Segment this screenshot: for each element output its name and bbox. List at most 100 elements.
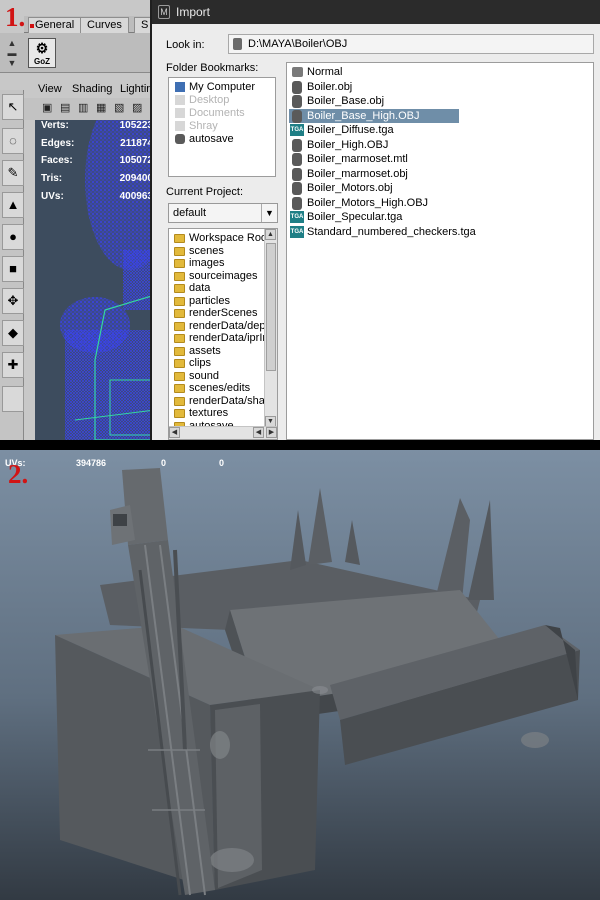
- file-list: Normal Boiler.obj Boiler_Base.obj Boiler_Ba…: [286, 62, 594, 440]
- project-folder-item[interactable]: assets: [173, 345, 269, 358]
- project-folder-item[interactable]: sound: [173, 370, 269, 383]
- image-plane-icon[interactable]: ▦: [96, 101, 106, 114]
- shelf-strip: [0, 33, 154, 73]
- current-project-select[interactable]: default ▼: [168, 203, 278, 223]
- project-folder-item[interactable]: textures: [173, 407, 269, 420]
- goz-button[interactable]: ⚙ GoZ: [28, 38, 56, 68]
- camera-attributes-icon[interactable]: ▤: [60, 101, 70, 114]
- drive-icon: [233, 38, 242, 50]
- last-tool-icon[interactable]: [2, 386, 24, 412]
- project-folder-item[interactable]: scenes/edits: [173, 382, 269, 395]
- folder-icon: [174, 396, 185, 406]
- folder-icon: [292, 67, 303, 77]
- project-folder-item[interactable]: images: [173, 257, 269, 270]
- bookmark-autosave[interactable]: autosave: [173, 133, 234, 146]
- project-folder-item[interactable]: renderData/depth: [173, 320, 269, 333]
- file-item[interactable]: TGA Boiler_Diffuse.tga: [289, 123, 459, 138]
- rotate-tool-icon[interactable]: ●: [2, 224, 24, 250]
- maya-app-icon: M: [158, 5, 170, 19]
- lasso-tool-icon[interactable]: ◌: [2, 128, 24, 154]
- folder-icon: [174, 321, 185, 331]
- camera-icon[interactable]: ▣: [42, 101, 52, 114]
- folder-icon: [174, 384, 185, 393]
- file-item[interactable]: Boiler_Base.obj: [289, 94, 459, 109]
- chevron-up-icon: ▲: [7, 38, 17, 48]
- project-list-vertical-scrollbar[interactable]: ▲ ▼: [264, 229, 277, 427]
- tga-file-icon: TGA: [290, 225, 304, 238]
- folder-icon: [174, 246, 185, 256]
- look-in-path-field[interactable]: D:\MAYA\Boiler\OBJ: [228, 34, 594, 54]
- bookmark-documents: Documents: [173, 107, 245, 120]
- folder-icon: [174, 234, 185, 243]
- wireframe-mesh: [60, 120, 155, 440]
- scroll-up-icon[interactable]: ▲: [265, 229, 276, 240]
- folder-icon: [174, 346, 185, 356]
- file-item[interactable]: Boiler_marmoset.obj: [289, 167, 459, 182]
- scroll-left-icon[interactable]: ◀: [253, 427, 264, 438]
- project-folder-item[interactable]: Workspace Root: [173, 232, 269, 245]
- select-tool-icon[interactable]: ↖: [2, 94, 24, 120]
- drive-icon: [175, 134, 185, 144]
- file-item[interactable]: Boiler_Motors.obj: [289, 181, 459, 196]
- scale-tool-icon[interactable]: ■: [2, 256, 24, 282]
- bookmark-my-computer[interactable]: My Computer: [173, 81, 255, 94]
- paint-tool-icon[interactable]: ✎: [2, 160, 24, 186]
- step-label-1: 1.: [5, 2, 26, 32]
- project-folder-item[interactable]: particles: [173, 295, 269, 308]
- file-item[interactable]: TGA Standard_numbered_checkers.tga: [289, 225, 476, 240]
- show-manipulator-icon[interactable]: ✚: [2, 352, 24, 378]
- film-gate-icon[interactable]: ▨: [132, 101, 142, 114]
- menu-icon: ▬: [7, 48, 17, 58]
- bookmark-icon[interactable]: ▥: [78, 101, 88, 114]
- menu-shading[interactable]: Shading: [72, 83, 112, 95]
- file-item[interactable]: Boiler_Motors_High.OBJ: [289, 196, 459, 211]
- shelf-tab-bar: General Curves S: [24, 16, 156, 33]
- folder-icon: [174, 284, 185, 293]
- project-folder-item[interactable]: scenes: [173, 245, 269, 258]
- step-label-2: 2.: [8, 459, 29, 489]
- toolbox: ↖ ◌ ✎ ▲ ● ■ ✥ ◆ ✚: [0, 90, 24, 440]
- folder-icon: [174, 409, 185, 418]
- soft-mod-icon[interactable]: ◆: [2, 320, 24, 346]
- obj-file-icon: [292, 196, 302, 210]
- file-item[interactable]: TGA Boiler_Specular.tga: [289, 210, 459, 225]
- project-folder-item[interactable]: sourceimages: [173, 270, 269, 283]
- project-folder-item[interactable]: renderData/iprImages: [173, 332, 269, 345]
- chevron-down-icon: ▼: [7, 58, 17, 68]
- hud-value-2: 0: [161, 458, 167, 468]
- dialog-titlebar[interactable]: M Import: [152, 0, 600, 24]
- project-folder-item[interactable]: data: [173, 282, 269, 295]
- file-item[interactable]: Boiler.obj: [289, 80, 459, 95]
- shelf-scroll-arrows[interactable]: ▲ ▬ ▼: [3, 38, 21, 70]
- move-tool-icon[interactable]: ▲: [2, 192, 24, 218]
- file-item[interactable]: Normal: [289, 65, 459, 80]
- viewport-menu-bar: View Shading Lighting: [24, 80, 159, 98]
- desktop-icon: [175, 95, 185, 105]
- bookmark-desktop: Desktop: [173, 94, 229, 107]
- grid-icon[interactable]: ▧: [114, 101, 124, 114]
- project-list-horizontal-scrollbar[interactable]: ◀ ◀ ▶: [169, 426, 277, 439]
- obj-file-icon: [292, 80, 302, 94]
- obj-file-icon: [292, 167, 302, 181]
- tga-file-icon: TGA: [290, 211, 304, 223]
- file-item[interactable]: Boiler_Base_High.OBJ: [289, 108, 459, 123]
- shelf-tab-curves[interactable]: Curves: [80, 17, 129, 33]
- hud-value-3: 0: [219, 458, 225, 468]
- scroll-thumb[interactable]: [266, 243, 276, 371]
- project-folder-item[interactable]: renderScenes: [173, 307, 269, 320]
- shelf-tab-general[interactable]: General: [28, 17, 82, 33]
- file-item[interactable]: Boiler_High.OBJ: [289, 138, 459, 153]
- computer-icon: [175, 82, 185, 92]
- scroll-left-icon[interactable]: ◀: [169, 427, 180, 438]
- shelf-marker: [30, 24, 34, 28]
- maya-viewport[interactable]: Verts: 105223 Edges: 211874 Faces: 105072 T…: [35, 120, 155, 440]
- scroll-right-icon[interactable]: ▶: [266, 427, 277, 438]
- zbrush-render-view[interactable]: UVs: 394786 0 0 2.: [0, 450, 600, 900]
- project-folder-item[interactable]: clips: [173, 357, 269, 370]
- file-item[interactable]: Boiler_marmoset.mtl: [289, 152, 459, 167]
- dialog-title: Import: [176, 5, 211, 19]
- project-folder-item[interactable]: renderData/shaders: [173, 395, 269, 408]
- menu-view[interactable]: View: [38, 83, 62, 95]
- universal-manipulator-icon[interactable]: ✥: [2, 288, 24, 314]
- look-in-label: Look in:: [166, 39, 205, 51]
